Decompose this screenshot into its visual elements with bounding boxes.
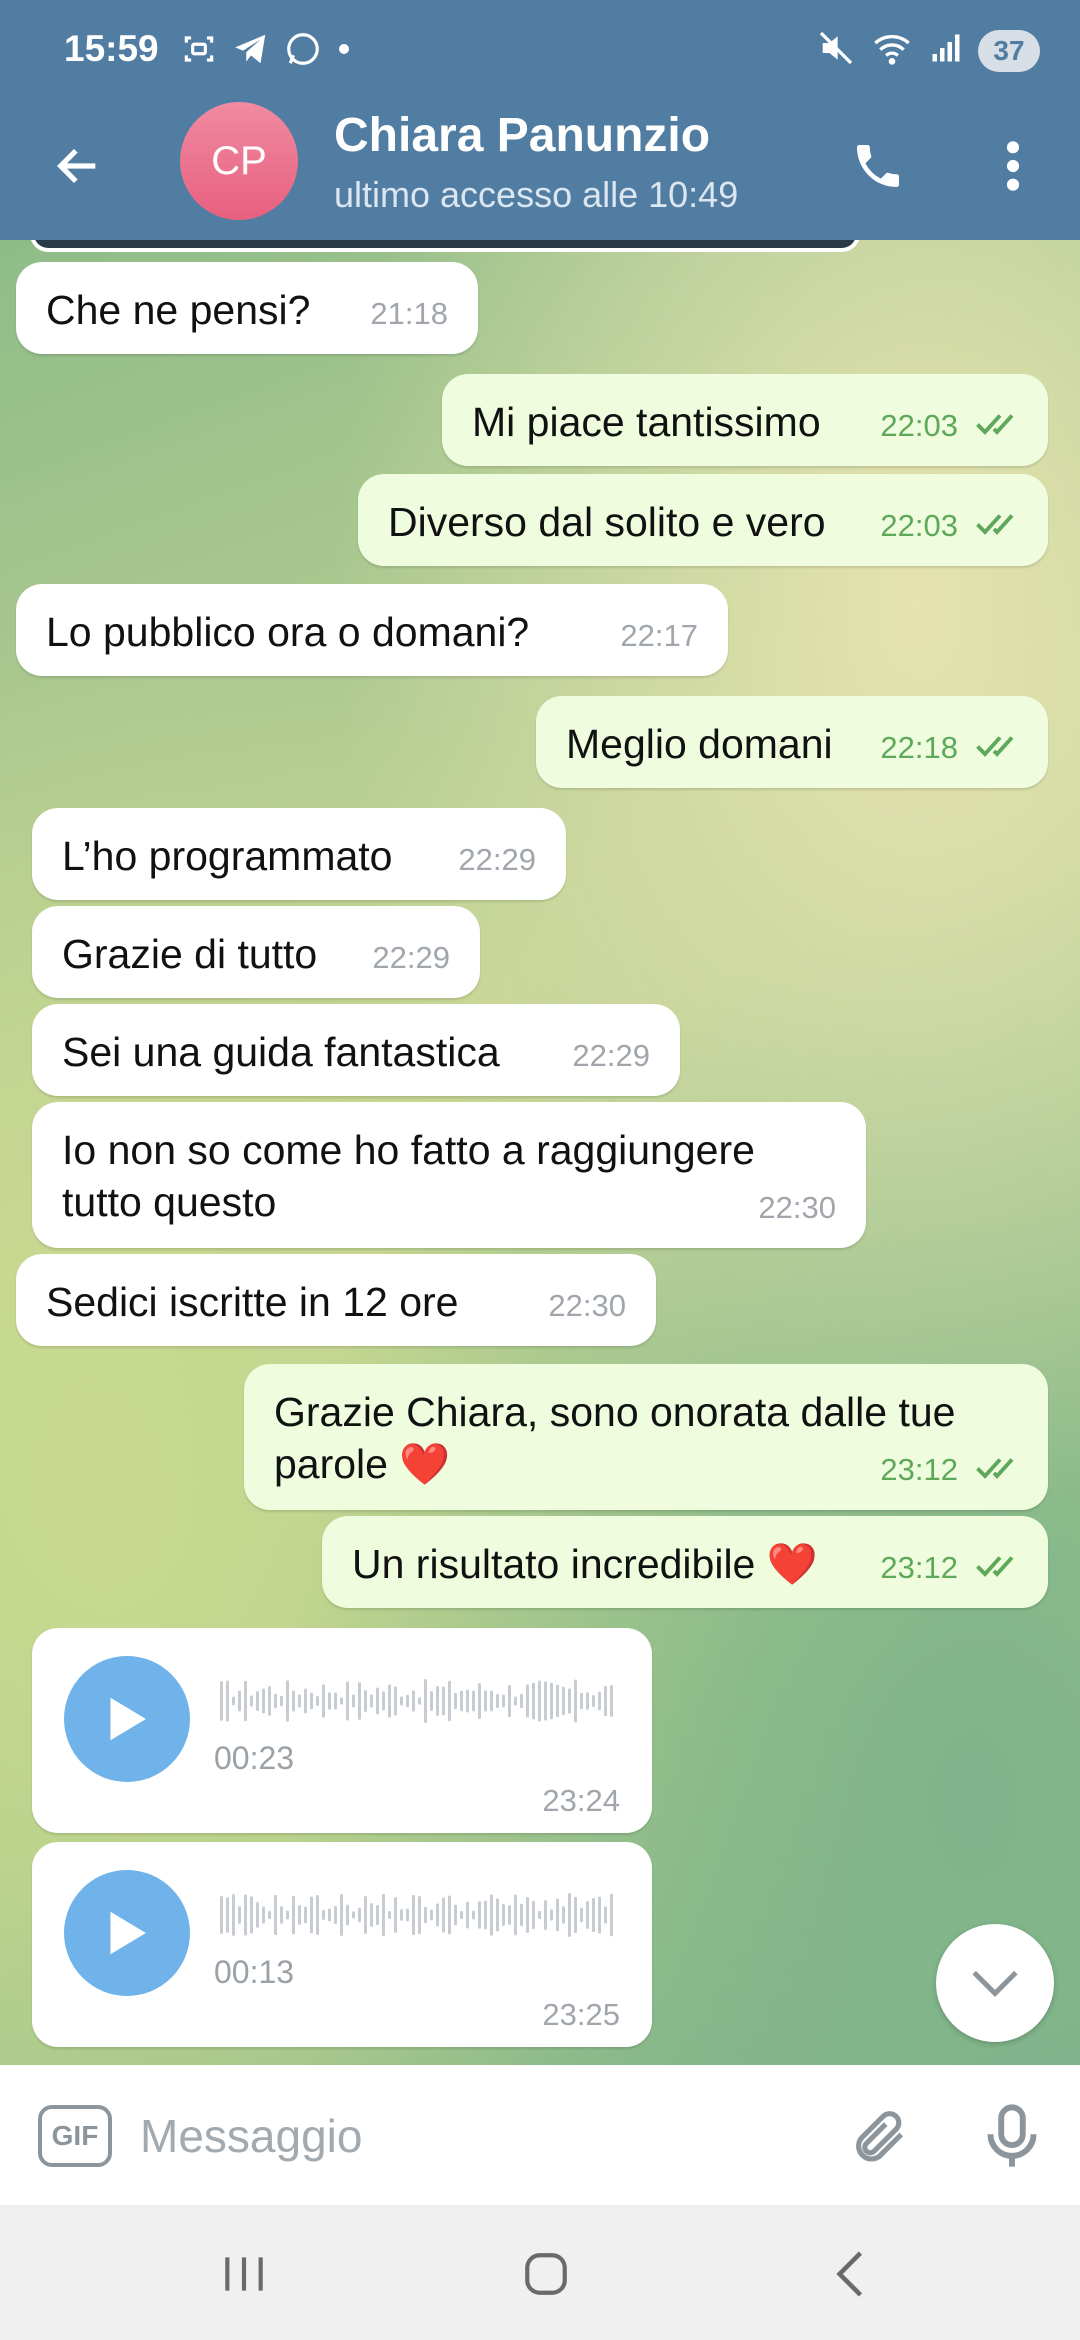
message-time: 22:29	[372, 940, 450, 975]
chat-area[interactable]: Che ne pensi? 21:18 Mi piace tantissimo …	[0, 240, 1080, 2065]
play-icon	[110, 1911, 146, 1955]
recent-apps-icon	[225, 2257, 263, 2291]
message-outgoing[interactable]: Meglio domani 22:18	[536, 696, 1048, 788]
attach-button[interactable]	[842, 2101, 914, 2173]
message-outgoing[interactable]: Diverso dal solito e vero 22:03	[358, 474, 1048, 566]
more-vertical-icon	[1006, 141, 1020, 191]
microphone-icon	[987, 2104, 1037, 2167]
media-message-partial[interactable]	[30, 240, 860, 252]
message-incoming[interactable]: Sedici iscritte in 12 ore 22:30	[16, 1254, 656, 1346]
telegram-icon	[232, 30, 270, 68]
message-time: 22:18	[880, 730, 958, 765]
message-outgoing[interactable]: Un risultato incredibile ❤️ 23:12	[322, 1516, 1048, 1608]
back-nav-button[interactable]	[810, 2239, 890, 2309]
read-checks-icon	[974, 498, 1026, 550]
message-time: 22:29	[458, 842, 536, 877]
dot-icon	[336, 41, 352, 57]
message-text: Diverso dal solito e vero	[388, 499, 826, 545]
microphone-button[interactable]	[976, 2095, 1048, 2179]
chevron-left-icon	[836, 2251, 863, 2297]
chat-header: 15:59 37 CP Chiara Panunzio ultimo acces…	[0, 0, 1080, 240]
play-button[interactable]	[64, 1870, 190, 1996]
message-text: Grazie di tutto	[62, 931, 318, 977]
message-time: 22:17	[620, 618, 698, 653]
whatsapp-icon	[284, 30, 322, 68]
contact-last-seen: ultimo accesso alle 10:49	[334, 174, 739, 215]
arrow-left-icon	[56, 148, 96, 184]
message-text: Un risultato incredibile ❤️	[352, 1541, 818, 1587]
message-text: L’ho programmato	[62, 833, 393, 879]
voice-duration: 00:23	[214, 1740, 295, 1776]
voice-message[interactable]: 00:23 23:24	[32, 1628, 652, 1833]
message-time: 22:30	[548, 1288, 626, 1323]
battery-indicator: 37	[978, 29, 1040, 72]
system-nav-bar	[0, 2205, 1080, 2340]
message-time: 22:03	[880, 508, 958, 543]
chevron-down-icon	[972, 1970, 1018, 1997]
message-time: 23:12	[880, 1452, 958, 1487]
message-time: 22:29	[572, 1038, 650, 1073]
message-incoming[interactable]: Che ne pensi? 21:18	[16, 262, 478, 354]
message-incoming[interactable]: L’ho programmato 22:29	[32, 808, 566, 900]
message-text: Sei una guida fantastica	[62, 1029, 500, 1075]
scroll-down-button[interactable]	[936, 1924, 1054, 2042]
voice-duration: 00:13	[214, 1954, 295, 1990]
message-text: Mi piace tantissimo	[472, 399, 821, 445]
more-options-button[interactable]	[980, 128, 1046, 204]
wifi-icon	[870, 28, 914, 73]
home-button[interactable]	[506, 2239, 586, 2309]
message-text: Grazie Chiara, sono onorata dalle tue pa…	[274, 1389, 956, 1487]
status-time: 15:59	[64, 28, 159, 69]
recent-apps-button[interactable]	[204, 2239, 284, 2309]
message-input[interactable]	[140, 2101, 800, 2171]
status-system-icons: 37	[816, 28, 1040, 73]
read-checks-icon	[974, 720, 1026, 772]
contact-name[interactable]: Chiara Panunzio	[334, 108, 710, 163]
status-notification-icons	[180, 30, 352, 68]
waveform	[220, 1893, 613, 1937]
message-text: Meglio domani	[566, 721, 833, 767]
message-text: Lo pubblico ora o domani?	[46, 609, 530, 655]
contact-avatar[interactable]: CP	[180, 102, 298, 220]
message-time: 23:24	[542, 1783, 620, 1818]
message-text: Che ne pensi?	[46, 287, 311, 333]
paperclip-icon	[856, 2111, 904, 2162]
message-text: Sedici iscritte in 12 ore	[46, 1279, 459, 1325]
message-time: 22:03	[880, 408, 958, 443]
message-incoming[interactable]: Lo pubblico ora o domani? 22:17	[16, 584, 728, 676]
mute-icon	[816, 28, 856, 73]
read-checks-icon	[974, 1442, 1026, 1494]
voice-message[interactable]: 00:13 23:25	[32, 1842, 652, 2047]
back-button[interactable]	[40, 128, 116, 204]
message-outgoing[interactable]: Grazie Chiara, sono onorata dalle tue pa…	[244, 1364, 1048, 1510]
message-outgoing[interactable]: Mi piace tantissimo 22:03	[442, 374, 1048, 466]
play-icon	[110, 1697, 146, 1741]
message-time: 23:25	[542, 1997, 620, 2032]
read-checks-icon	[974, 1540, 1026, 1592]
home-icon	[525, 2253, 567, 2295]
message-incoming[interactable]: Grazie di tutto 22:29	[32, 906, 480, 998]
message-incoming[interactable]: Sei una guida fantastica 22:29	[32, 1004, 680, 1096]
message-time: 23:12	[880, 1550, 958, 1585]
status-bar: 15:59 37	[0, 0, 1080, 100]
screenshot-icon	[180, 30, 218, 68]
call-button[interactable]	[840, 128, 916, 204]
read-checks-icon	[974, 398, 1026, 450]
signal-icon	[928, 30, 964, 71]
message-incoming[interactable]: Io non so come ho fatto a raggiungere tu…	[32, 1102, 866, 1248]
message-time: 21:18	[370, 296, 448, 331]
message-input-bar: GIF	[0, 2065, 1080, 2205]
phone-icon	[857, 145, 899, 187]
play-button[interactable]	[64, 1656, 190, 1782]
message-text: Io non so come ho fatto a raggiungere tu…	[62, 1127, 755, 1225]
message-time: 22:30	[758, 1190, 836, 1225]
waveform	[220, 1679, 613, 1723]
gif-button[interactable]: GIF	[38, 2105, 112, 2167]
